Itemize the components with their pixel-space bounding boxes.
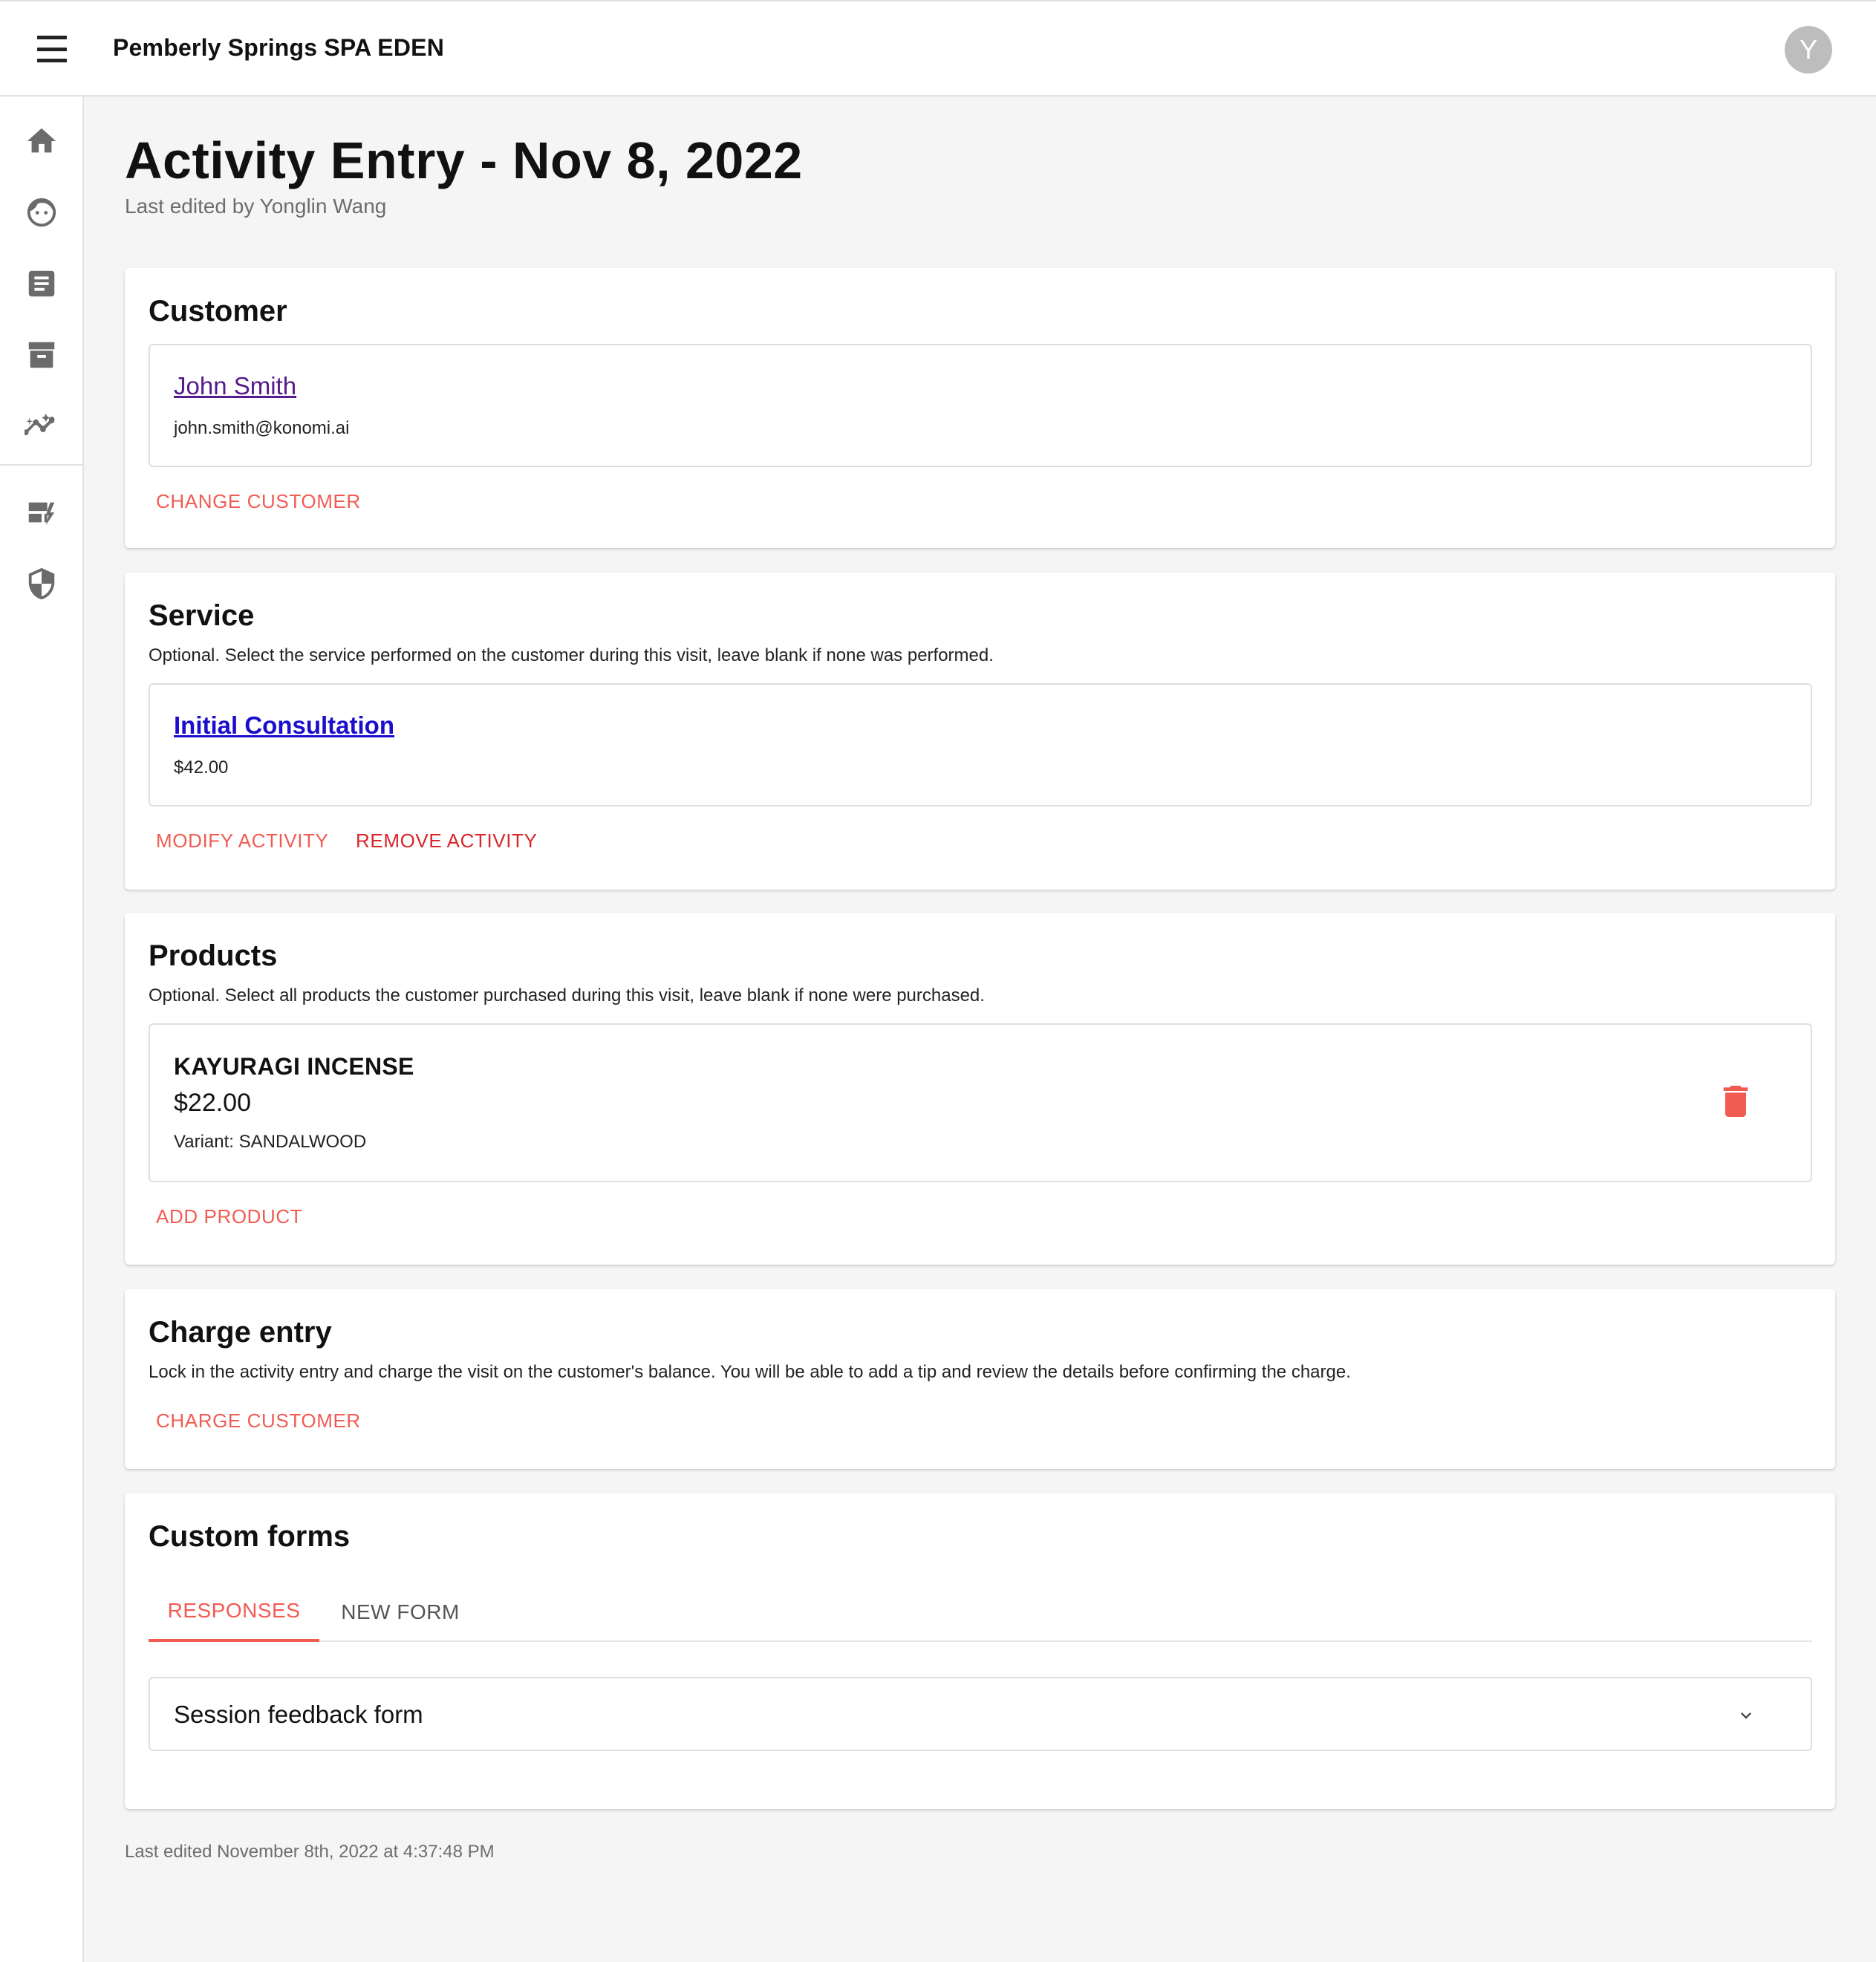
custom-forms-heading: Custom forms xyxy=(149,1520,351,1553)
service-price: $42.00 xyxy=(174,757,229,778)
product-name: KAYURAGI INCENSE xyxy=(174,1053,414,1080)
last-edited-note: Last edited November 8th, 2022 at 4:37:4… xyxy=(125,1842,495,1862)
customer-email: john.smith@konomi.ai xyxy=(174,418,350,438)
charge-card: Charge entry Lock in the activity entry … xyxy=(125,1289,1835,1469)
chevron-down-icon xyxy=(1741,1712,1751,1719)
form-accordion-label: Session feedback form xyxy=(174,1701,423,1728)
menu-icon[interactable] xyxy=(37,36,70,62)
product-variant: Variant: SANDALWOOD xyxy=(174,1132,367,1152)
page-subtitle: Last edited by Yonglin Wang xyxy=(125,195,387,218)
charge-customer-button[interactable]: CHARGE CUSTOMER xyxy=(156,1409,361,1433)
customer-heading: Customer xyxy=(149,295,287,327)
products-description: Optional. Select all products the custom… xyxy=(149,985,985,1006)
home-icon[interactable] xyxy=(22,122,61,160)
products-heading: Products xyxy=(149,939,278,972)
customer-info-box: John Smith john.smith@konomi.ai xyxy=(149,344,1812,467)
avatar[interactable]: Y xyxy=(1785,26,1832,74)
product-price: $22.00 xyxy=(174,1089,251,1117)
page-title: Activity Entry - Nov 8, 2022 xyxy=(125,131,803,189)
app-title: Pemberly Springs SPA EDEN xyxy=(113,34,445,61)
charge-heading: Charge entry xyxy=(149,1316,332,1349)
form-accordion[interactable]: Session feedback form xyxy=(149,1677,1812,1751)
modify-activity-button[interactable]: MODIFY ACTIVITY xyxy=(156,830,328,853)
service-info-box: Initial Consultation $42.00 xyxy=(149,683,1812,806)
charge-description: Lock in the activity entry and charge th… xyxy=(149,1362,1351,1382)
sidebar-divider xyxy=(0,464,84,466)
remove-activity-button[interactable]: REMOVE ACTIVITY xyxy=(356,830,538,853)
service-name-link[interactable]: Initial Consultation xyxy=(174,711,394,740)
shield-icon[interactable] xyxy=(22,564,61,603)
tab-responses[interactable]: RESPONSES xyxy=(149,1583,319,1642)
custom-forms-tabs: RESPONSES NEW FORM xyxy=(149,1583,1812,1642)
customer-name-link[interactable]: John Smith xyxy=(174,372,296,400)
customer-card: Customer John Smith john.smith@konomi.ai… xyxy=(125,268,1835,548)
document-icon[interactable] xyxy=(22,264,61,303)
dashboard-edit-icon[interactable] xyxy=(22,493,61,532)
face-icon[interactable] xyxy=(22,193,61,232)
delete-icon[interactable] xyxy=(1723,1086,1748,1117)
change-customer-button[interactable]: CHANGE CUSTOMER xyxy=(156,490,361,513)
archive-icon[interactable] xyxy=(22,336,61,374)
products-card: Products Optional. Select all products t… xyxy=(125,913,1835,1265)
service-heading: Service xyxy=(149,599,255,632)
app-bar: Pemberly Springs SPA EDEN Y xyxy=(0,0,1876,97)
custom-forms-card: Custom forms RESPONSES NEW FORM Session … xyxy=(125,1493,1835,1809)
sidebar xyxy=(0,97,84,1962)
service-card: Service Optional. Select the service per… xyxy=(125,573,1835,890)
add-product-button[interactable]: ADD PRODUCT xyxy=(156,1205,302,1228)
insights-icon[interactable] xyxy=(22,407,61,446)
product-item: KAYURAGI INCENSE $22.00 Variant: SANDALW… xyxy=(149,1023,1812,1182)
tab-new-form[interactable]: NEW FORM xyxy=(319,1583,481,1642)
service-description: Optional. Select the service performed o… xyxy=(149,645,994,665)
